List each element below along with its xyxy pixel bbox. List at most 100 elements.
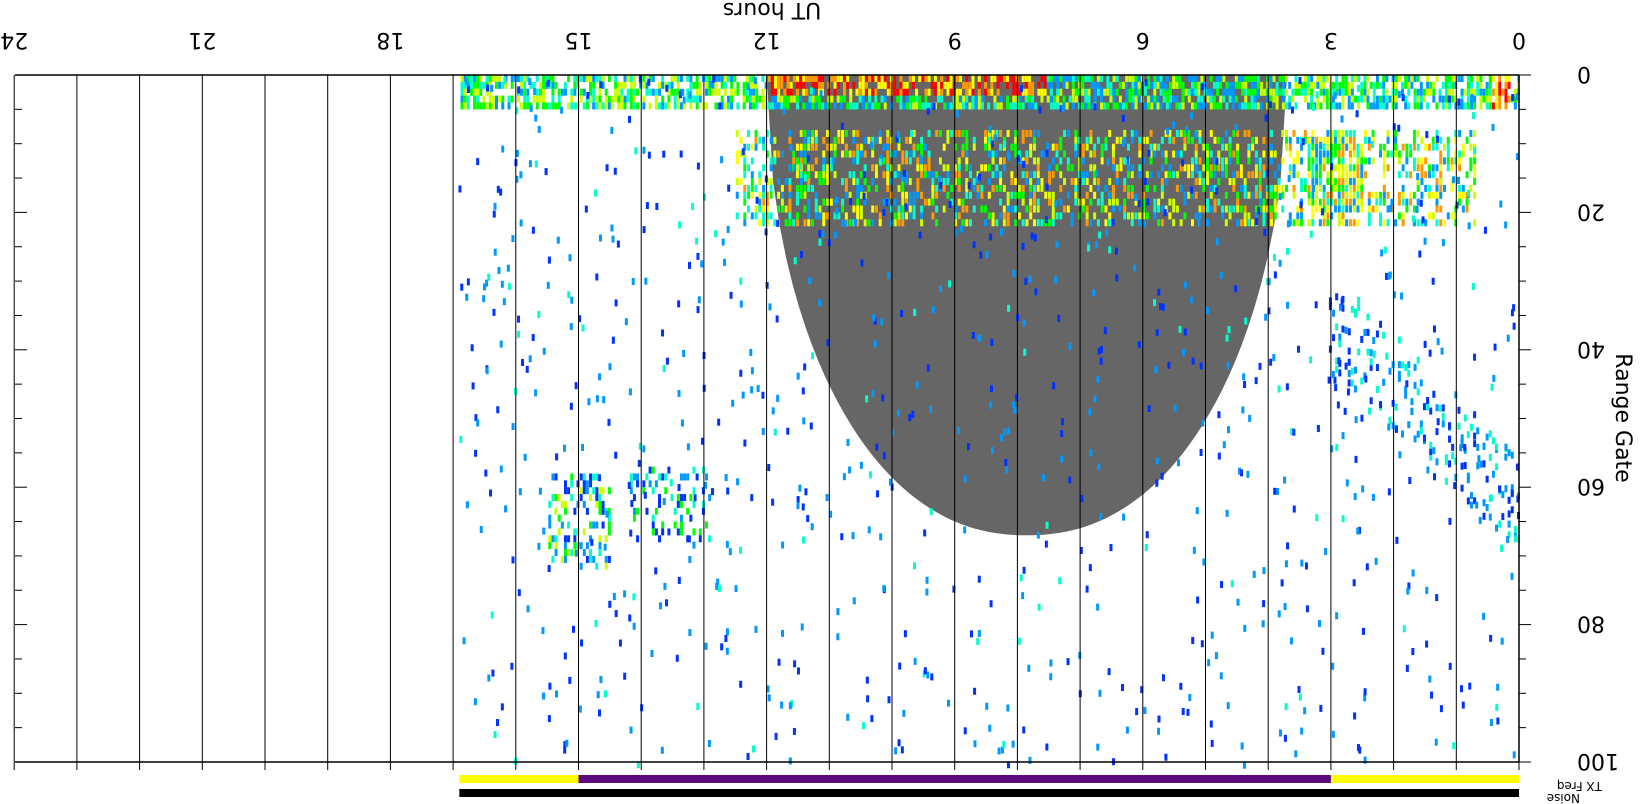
echo-point: [1217, 411, 1221, 419]
echo-point: [663, 582, 667, 590]
echo-point: [957, 164, 961, 172]
echo-point: [1482, 460, 1486, 468]
echo-point: [565, 739, 569, 747]
echo-point: [1155, 329, 1159, 337]
echo-point: [1027, 88, 1031, 96]
echo-point: [1172, 205, 1176, 213]
echo-point: [1294, 88, 1298, 96]
echo-point: [1084, 75, 1088, 82]
echo-point: [460, 102, 464, 110]
echo-point: [918, 231, 922, 239]
echo-point: [1451, 75, 1455, 82]
echo-point: [927, 198, 931, 206]
echo-point: [728, 548, 732, 556]
echo-point: [1081, 143, 1085, 151]
echo-point: [1096, 184, 1100, 192]
echo-point: [661, 95, 665, 103]
echo-point: [758, 171, 762, 179]
echo-point: [1426, 403, 1430, 411]
echo-point: [957, 212, 961, 220]
echo-point: [822, 136, 826, 144]
echo-point: [1461, 143, 1465, 151]
echo-point: [961, 219, 965, 227]
echo-point: [1093, 395, 1097, 403]
echo-point: [874, 205, 878, 213]
echo-point: [969, 191, 973, 199]
echo-point: [1333, 129, 1337, 137]
echo-point: [1315, 178, 1319, 186]
echo-point: [849, 197, 853, 205]
echo-point: [803, 150, 807, 158]
echo-point: [535, 102, 539, 110]
echo-point: [1419, 102, 1423, 110]
echo-point: [866, 695, 870, 703]
echo-point: [897, 184, 901, 192]
echo-point: [1037, 81, 1041, 89]
echo-point: [743, 219, 747, 227]
echo-point: [773, 219, 777, 227]
echo-point: [598, 507, 602, 515]
echo-point: [1236, 143, 1240, 151]
echo-point: [1335, 75, 1339, 82]
echo-point: [1507, 95, 1511, 103]
echo-point: [1108, 219, 1112, 227]
echo-point: [861, 81, 865, 89]
echo-point: [1347, 328, 1351, 336]
echo-point: [1275, 88, 1279, 96]
echo-point: [1168, 198, 1172, 206]
echo-point: [1281, 88, 1285, 96]
echo-point: [1147, 102, 1151, 110]
echo-point: [1096, 603, 1100, 611]
echo-point: [1296, 219, 1300, 227]
echo-point: [1348, 198, 1352, 206]
echo-point: [1397, 157, 1401, 165]
echo-point: [645, 473, 649, 481]
echo-point: [1239, 205, 1243, 213]
echo-point: [1190, 296, 1194, 304]
echo-point: [1118, 102, 1122, 110]
echo-point: [767, 694, 771, 702]
echo-point: [802, 417, 806, 425]
echo-point: [1156, 81, 1160, 89]
echo-point: [679, 528, 683, 536]
echo-point: [1209, 205, 1213, 213]
echo-point: [904, 203, 908, 211]
echo-point: [1444, 88, 1448, 96]
echo-point: [1068, 95, 1072, 103]
echo-point: [1489, 719, 1493, 727]
echo-point: [1262, 136, 1266, 144]
echo-point: [1191, 636, 1195, 644]
echo-point: [1311, 143, 1315, 151]
echo-point: [765, 281, 769, 289]
echo-point: [924, 75, 928, 82]
echo-point: [871, 205, 875, 213]
echo-point: [965, 205, 969, 213]
echo-point: [1156, 95, 1160, 103]
echo-point: [1360, 178, 1364, 186]
echo-point: [688, 629, 692, 637]
echo-point: [725, 647, 729, 655]
echo-point: [1247, 88, 1251, 96]
echo-point: [579, 542, 583, 550]
echo-point: [798, 162, 802, 170]
echo-point: [712, 75, 716, 83]
echo-point: [673, 102, 677, 110]
echo-point: [1422, 434, 1426, 442]
echo-point: [844, 184, 848, 192]
echo-point: [683, 494, 687, 502]
echo-point: [852, 150, 856, 158]
echo-point: [474, 449, 478, 457]
echo-point: [946, 102, 950, 110]
echo-point: [1382, 331, 1386, 339]
echo-point: [1331, 662, 1335, 670]
echo-point: [993, 102, 997, 110]
echo-point: [1194, 150, 1198, 158]
echo-point: [1202, 143, 1206, 151]
echo-point: [980, 184, 984, 192]
echo-point: [525, 365, 529, 373]
echo-point: [739, 546, 743, 554]
echo-point: [1167, 361, 1171, 369]
echo-point: [1002, 75, 1006, 82]
echo-point: [1241, 102, 1245, 110]
echo-point: [1272, 253, 1276, 261]
